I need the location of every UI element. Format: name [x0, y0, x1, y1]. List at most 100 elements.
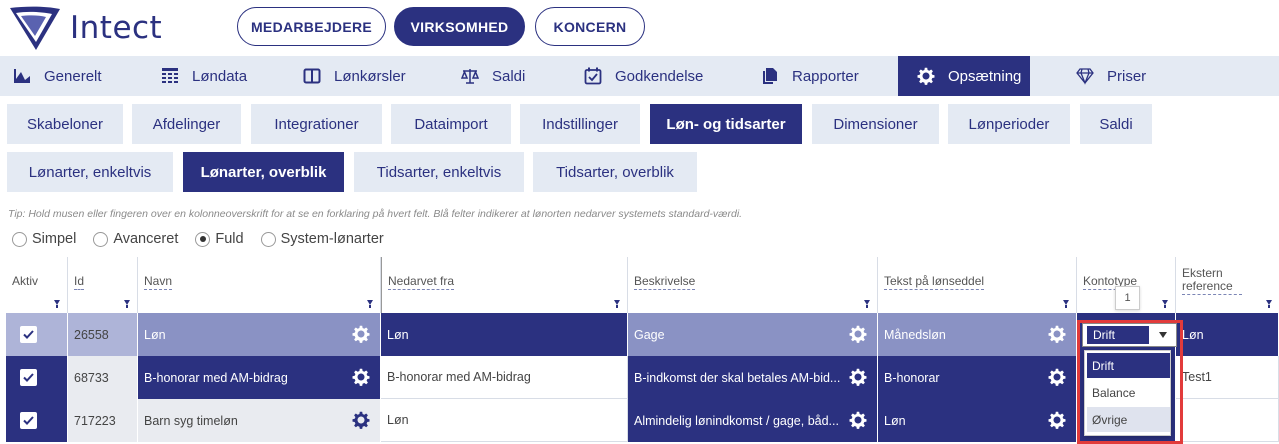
subnav2-loenarter-overblik[interactable]: Lønarter, overblik	[183, 152, 344, 192]
subnav-indstillinger[interactable]: Indstillinger	[520, 104, 640, 144]
gear-icon[interactable]	[849, 411, 867, 429]
cell-text: Barn syg timeløn	[144, 413, 238, 428]
nav-label: Lønkørsler	[334, 67, 406, 85]
subnav-skabeloner[interactable]: Skabeloner	[7, 104, 123, 144]
radio-label: Avanceret	[113, 231, 179, 247]
cell-ekstern[interactable]: Løn	[1176, 313, 1279, 356]
tip-text: Tip: Hold musen eller fingeren over en k…	[8, 208, 743, 220]
scope-tab-koncern[interactable]: KONCERN	[535, 7, 645, 46]
cell-text: B-indkomst der skal betales AM-bid...	[634, 370, 841, 385]
scope-tab-medarbejdere[interactable]: MEDARBEJDERE	[237, 7, 386, 46]
cell-aktiv[interactable]	[6, 356, 68, 399]
nav-label: Priser	[1107, 67, 1147, 85]
cell-aktiv[interactable]	[6, 313, 68, 356]
col-header-aktiv[interactable]: Aktiv	[6, 257, 68, 313]
app-header: Intect MEDARBEJDERE VIRKSOMHED KONCERN	[0, 0, 1279, 55]
cell-navn[interactable]: B-honorar med AM-bidrag	[138, 356, 381, 399]
subnav-afdelinger[interactable]: Afdelinger	[132, 104, 241, 144]
cell-navn[interactable]: Barn syg timeløn	[138, 399, 381, 442]
grid-icon	[160, 66, 180, 86]
col-header-nedarvet[interactable]: Nedarvet fra	[381, 257, 628, 313]
col-header-tekst[interactable]: Tekst på lønseddel	[878, 257, 1077, 313]
subnav2-tidsarter-overblik[interactable]: Tidsarter, overblik	[533, 152, 697, 192]
nav-label: Saldi	[492, 67, 526, 85]
subnav-integrationer[interactable]: Integrationer	[251, 104, 382, 144]
gear-icon[interactable]	[849, 368, 867, 386]
col-header-beskrivelse[interactable]: Beskrivelse	[628, 257, 878, 313]
subnav-loen-og-tidsarter[interactable]: Løn- og tidsarter	[650, 104, 802, 144]
radio-avanceret[interactable]: Avanceret	[93, 231, 178, 247]
nav-priser[interactable]: Priser	[1075, 56, 1146, 96]
subnav-dimensioner[interactable]: Dimensioner	[812, 104, 939, 144]
filter-stem	[368, 305, 371, 308]
subnav-dataimport[interactable]: Dataimport	[391, 104, 511, 144]
cell-text: Gage	[634, 327, 665, 342]
window-icon	[302, 66, 322, 86]
nav-opsaetning[interactable]: Opsætning	[898, 56, 1030, 96]
header-label: Aktiv	[12, 274, 39, 288]
checkbox-checked[interactable]	[20, 326, 37, 343]
subnav-loenperioder[interactable]: Lønperioder	[948, 104, 1070, 144]
radio-label: System-lønarter	[280, 231, 384, 247]
filter-stem	[865, 305, 868, 308]
col-header-navn[interactable]: Navn	[138, 257, 381, 313]
gear-icon[interactable]	[1048, 411, 1066, 429]
nav-label: Godkendelse	[615, 67, 704, 85]
cell-nedarvet[interactable]: Løn	[381, 313, 628, 356]
cell-ekstern[interactable]: Test1	[1176, 356, 1279, 399]
checkbox-checked[interactable]	[20, 369, 37, 386]
nav-label: Generelt	[44, 67, 102, 85]
scope-tab-virksomhed[interactable]: VIRKSOMHED	[394, 7, 525, 46]
gear-icon[interactable]	[352, 411, 370, 429]
nav-saldi[interactable]: Saldi	[460, 56, 525, 96]
cell-nedarvet[interactable]: B-honorar med AM-bidrag	[381, 356, 628, 399]
header-tooltip: 1	[1115, 286, 1140, 310]
radio-fuld[interactable]: Fuld	[195, 231, 244, 247]
cell-nedarvet[interactable]: Løn	[381, 399, 628, 442]
cell-id: 717223	[68, 399, 138, 442]
cell-navn[interactable]: Løn	[138, 313, 381, 356]
radio-simpel[interactable]: Simpel	[12, 231, 76, 247]
nav-label: Løndata	[192, 67, 248, 85]
gear-icon	[916, 66, 936, 86]
cell-tekst[interactable]: B-honorar	[878, 356, 1077, 399]
cell-text: Månedsløn	[884, 327, 946, 342]
cell-beskrivelse[interactable]: Almindelig lønindkomst / gage, båd...	[628, 399, 878, 442]
nav-generelt[interactable]: Generelt	[12, 56, 102, 96]
filter-stem	[1064, 305, 1067, 308]
radio-system-loenarter[interactable]: System-lønarter	[260, 231, 384, 247]
logo-text: Intect	[70, 10, 163, 46]
gear-icon[interactable]	[352, 325, 370, 343]
cell-aktiv[interactable]	[6, 399, 68, 442]
nav-godkendelse[interactable]: Godkendelse	[583, 56, 703, 96]
diamond-icon	[1075, 66, 1095, 86]
subnav-saldi[interactable]: Saldi	[1080, 104, 1152, 144]
cell-beskrivelse[interactable]: B-indkomst der skal betales AM-bid...	[628, 356, 878, 399]
header-label: Navn	[144, 274, 173, 290]
filter-stem	[1163, 305, 1166, 308]
radio-dot	[93, 231, 109, 247]
logo-mark-icon	[10, 6, 60, 50]
cell-ekstern[interactable]	[1176, 399, 1279, 442]
col-header-ekstern[interactable]: Ekstern reference	[1176, 257, 1279, 313]
radio-label: Simpel	[32, 231, 77, 247]
nav-loendata[interactable]: Løndata	[160, 56, 247, 96]
cell-beskrivelse[interactable]: Gage	[628, 313, 878, 356]
calendar-check-icon	[583, 66, 603, 86]
checkbox-checked[interactable]	[20, 412, 37, 429]
radio-dot	[12, 231, 27, 247]
gear-icon[interactable]	[1048, 325, 1066, 343]
gear-icon[interactable]	[849, 325, 867, 343]
nav-rapporter[interactable]: Rapporter	[760, 56, 859, 96]
gear-icon[interactable]	[1048, 368, 1066, 386]
col-header-id[interactable]: Id	[68, 257, 138, 313]
radio-label: Fuld	[215, 231, 244, 247]
intect-logo[interactable]: Intect	[6, 4, 196, 52]
gear-icon[interactable]	[352, 368, 370, 386]
cell-text: B-honorar med AM-bidrag	[144, 370, 288, 385]
cell-tekst[interactable]: Månedsløn	[878, 313, 1077, 356]
cell-tekst[interactable]: Løn	[878, 399, 1077, 442]
nav-loenkoersler[interactable]: Lønkørsler	[302, 56, 406, 96]
subnav2-loenarter-enkeltvis[interactable]: Lønarter, enkeltvis	[7, 152, 173, 192]
subnav2-tidsarter-enkeltvis[interactable]: Tidsarter, enkeltvis	[354, 152, 524, 192]
